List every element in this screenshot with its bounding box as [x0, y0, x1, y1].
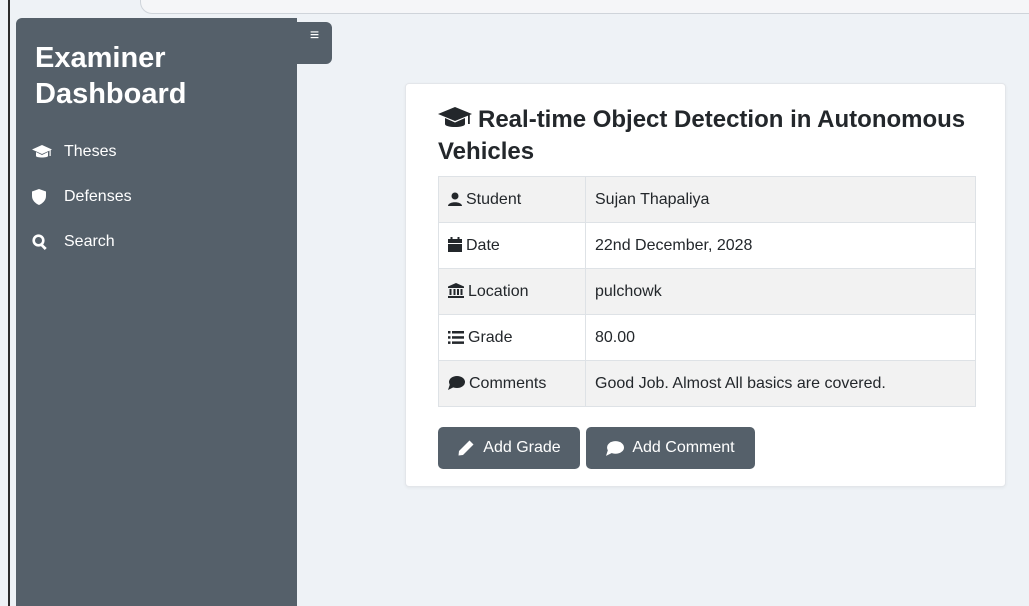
table-row: Location pulchowk	[438, 268, 976, 315]
row-key-label: Student	[466, 190, 522, 208]
sidebar-toggle-button[interactable]: ≡	[297, 22, 332, 64]
row-value-date: 22nd December, 2028	[585, 222, 976, 269]
sidebar-item-theses[interactable]: Theses	[32, 140, 132, 164]
browser-top-bar	[140, 0, 1029, 14]
app-window: Examiner Dashboard Theses Defenses Searc…	[0, 0, 1029, 606]
graduation-cap-icon	[438, 107, 472, 127]
table-row: Grade 80.00	[438, 314, 976, 361]
sidebar-title: Examiner Dashboard	[35, 42, 187, 110]
row-key-comments: Comments	[438, 360, 586, 407]
table-row: Date 22nd December, 2028	[438, 222, 976, 269]
thesis-card: Real-time Object Detection in Autonomous…	[405, 83, 1006, 487]
comment-icon	[448, 375, 465, 390]
sidebar: Examiner Dashboard Theses Defenses Searc…	[16, 18, 297, 606]
list-icon	[448, 330, 464, 344]
comment-icon	[606, 440, 625, 456]
add-comment-button[interactable]: Add Comment	[586, 427, 755, 469]
row-key-location: Location	[438, 268, 586, 315]
add-comment-label: Add Comment	[632, 439, 735, 456]
row-value-location: pulchowk	[585, 268, 976, 315]
sidebar-item-label: Defenses	[64, 188, 132, 205]
search-icon	[32, 234, 56, 250]
table-row: Student Sujan Thapaliya	[438, 176, 976, 223]
row-key-grade: Grade	[438, 314, 586, 361]
table-row: Comments Good Job. Almost All basics are…	[438, 360, 976, 407]
sidebar-item-search[interactable]: Search	[32, 230, 132, 254]
window-edge	[8, 0, 10, 606]
row-value-comments: Good Job. Almost All basics are covered.	[585, 360, 976, 407]
user-icon	[448, 192, 462, 206]
thesis-details-table: Student Sujan Thapaliya Date 22nd Decemb…	[438, 176, 976, 407]
row-key-label: Date	[466, 236, 500, 254]
sidebar-nav: Theses Defenses Search	[32, 140, 132, 275]
row-key-label: Comments	[469, 374, 547, 392]
row-key-label: Grade	[468, 328, 513, 346]
sidebar-item-defenses[interactable]: Defenses	[32, 185, 132, 209]
graduation-cap-icon	[32, 144, 56, 160]
thesis-title: Real-time Object Detection in Autonomous…	[438, 104, 978, 168]
pencil-icon	[458, 440, 474, 456]
row-key-date: Date	[438, 222, 586, 269]
thesis-title-text: Real-time Object Detection in Autonomous…	[438, 106, 966, 165]
row-key-label: Location	[468, 282, 529, 300]
add-grade-button[interactable]: Add Grade	[438, 427, 580, 469]
add-grade-label: Add Grade	[483, 439, 561, 456]
sidebar-item-label: Search	[64, 233, 115, 250]
row-value-student: Sujan Thapaliya	[585, 176, 976, 223]
calendar-icon	[448, 236, 462, 252]
row-value-grade: 80.00	[585, 314, 976, 361]
building-icon	[448, 282, 464, 298]
sidebar-item-label: Theses	[64, 143, 117, 160]
shield-icon	[32, 189, 56, 205]
row-key-student: Student	[438, 176, 586, 223]
